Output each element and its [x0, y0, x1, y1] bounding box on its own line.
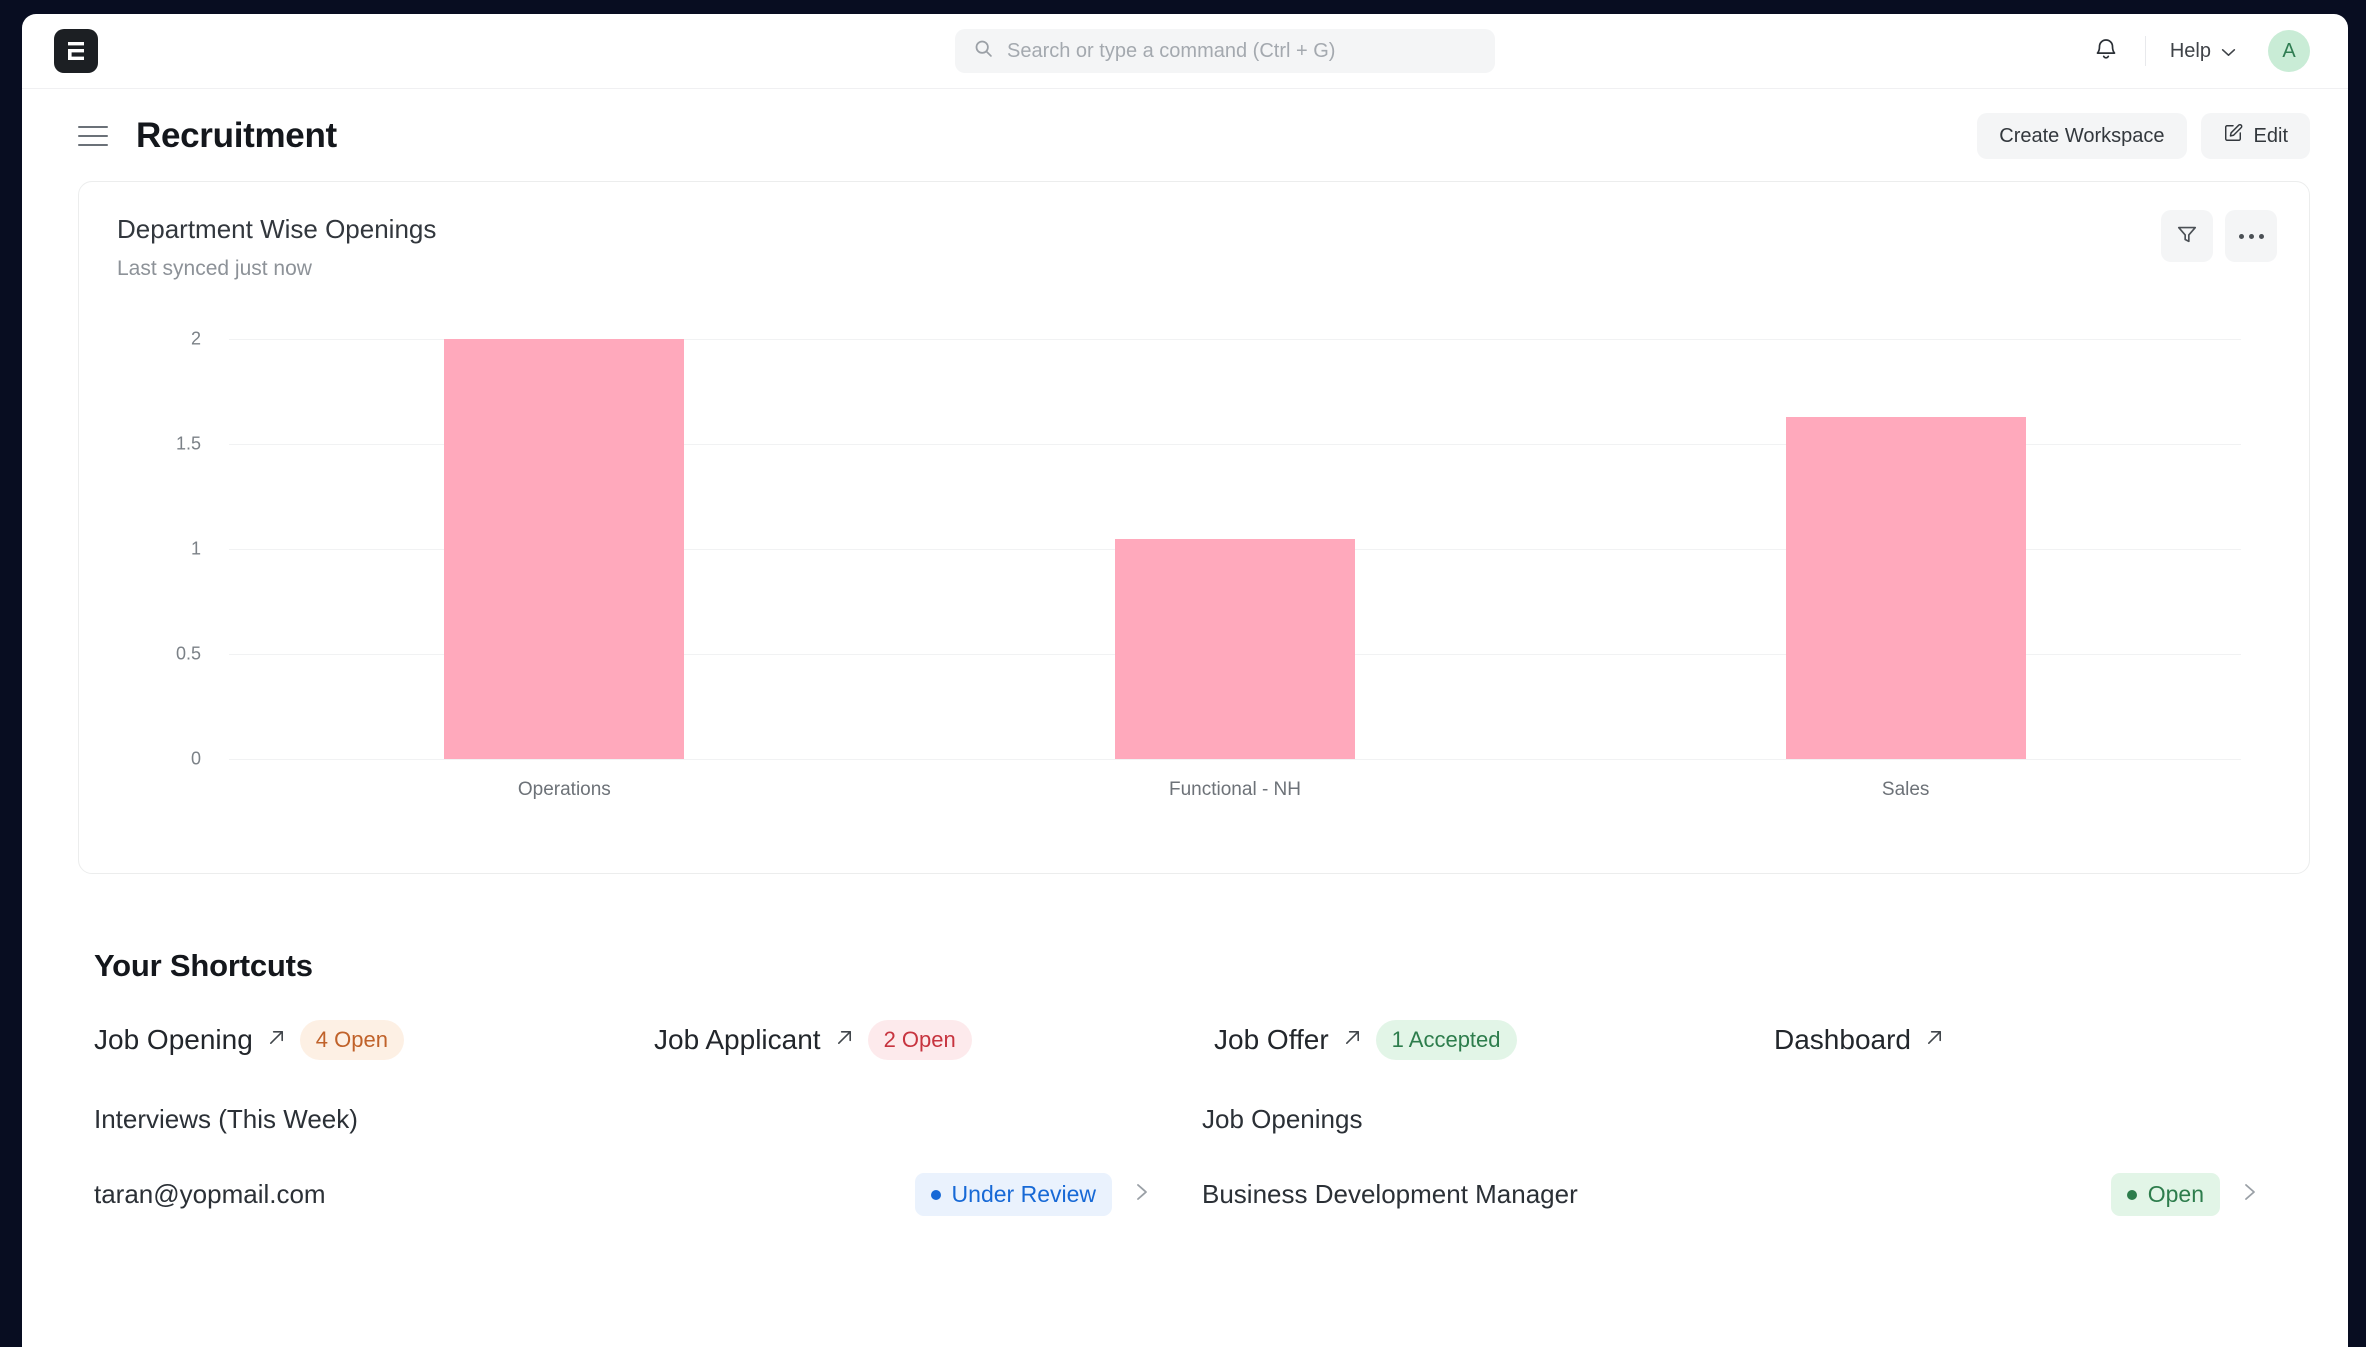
page-header-actions: Create Workspace Edit [1977, 113, 2310, 159]
list-item-label: taran@yopmail.com [94, 1179, 326, 1209]
chart-y-axis: 2 1.5 1 0.5 0 [155, 329, 215, 769]
list-title: Job Openings [1202, 1104, 1363, 1134]
hamburger-icon[interactable] [78, 126, 108, 146]
search-icon [973, 38, 994, 64]
chart-bars [229, 339, 2241, 759]
chart-plot-area [229, 339, 2241, 760]
bar-slot [1570, 339, 2241, 759]
list-title: Interviews (This Week) [94, 1104, 358, 1134]
shortcut-pill: 2 Open [867, 1020, 972, 1060]
chart-title: Department Wise Openings [117, 214, 437, 244]
status-badge-label: Open [2147, 1181, 2204, 1207]
shortcut-label: Job Applicant [654, 1024, 821, 1055]
help-label: Help [2169, 39, 2211, 62]
shortcut-dashboard[interactable]: Dashboard [1774, 1020, 1944, 1060]
list-item[interactable]: Business Development Manager Open [1202, 1173, 2310, 1216]
arrow-up-right-icon [267, 1028, 286, 1052]
shortcut-label: Dashboard [1774, 1024, 1911, 1055]
search-box[interactable] [955, 29, 1495, 73]
shortcut-pill: 1 Accepted [1375, 1020, 1517, 1060]
edit-button[interactable]: Edit [2200, 113, 2310, 159]
y-tick-label: 2 [190, 328, 201, 349]
avatar-initial: A [2282, 39, 2296, 62]
status-badge: Under Review [914, 1173, 1112, 1216]
app-window: Help A Recruitment C [22, 14, 2348, 1347]
search-input[interactable] [1007, 39, 1477, 63]
chevron-down-icon [2221, 40, 2236, 63]
chart-x-axis: Operations Functional - NH Sales [229, 779, 2241, 801]
x-tick-label: Operations [517, 779, 611, 800]
chevron-right-icon [2242, 1181, 2258, 1208]
create-workspace-label: Create Workspace [1999, 124, 2165, 147]
shortcut-job-applicant[interactable]: Job Applicant 2 Open [654, 1020, 1214, 1060]
shortcut-pill: 4 Open [299, 1020, 404, 1060]
shortcuts-heading: Your Shortcuts [94, 948, 313, 983]
chart-filter-button[interactable] [2161, 210, 2213, 262]
navbar-center [22, 29, 2348, 73]
y-tick-label: 0.5 [175, 643, 201, 664]
y-tick-label: 1.5 [175, 433, 201, 454]
chart-card: Department Wise Openings Last synced jus… [78, 181, 2310, 874]
shortcuts-row: Job Opening 4 Open Job Applicant 2 Open … [78, 1020, 2310, 1060]
create-workspace-button[interactable]: Create Workspace [1977, 113, 2187, 159]
list-item-label: Business Development Manager [1202, 1179, 1578, 1209]
bell-icon [2094, 36, 2118, 67]
page-title: Recruitment [136, 116, 337, 155]
notifications-button[interactable] [2083, 28, 2129, 74]
avatar[interactable]: A [2268, 30, 2310, 72]
workspace-content: Department Wise Openings Last synced jus… [22, 181, 2348, 1347]
shortcut-label: Job Opening [94, 1024, 253, 1055]
chevron-right-icon [1134, 1181, 1150, 1208]
shortcut-job-opening[interactable]: Job Opening 4 Open [94, 1020, 654, 1060]
chart-subtitle: Last synced just now [117, 257, 312, 280]
ellipsis-icon [2238, 233, 2264, 239]
lists-section: Interviews (This Week) taran@yopmail.com… [78, 1104, 2310, 1216]
navbar-divider [2144, 36, 2146, 66]
y-tick-label: 0 [190, 748, 201, 769]
top-navbar: Help A [22, 14, 2348, 89]
status-badge-label: Under Review [951, 1181, 1096, 1207]
frappe-logo-icon[interactable] [54, 29, 98, 73]
x-tick-label: Functional - NH [1169, 779, 1301, 800]
list-item[interactable]: taran@yopmail.com Under Review [94, 1173, 1202, 1216]
interviews-list: Interviews (This Week) taran@yopmail.com… [94, 1104, 1202, 1216]
chart-bar[interactable] [1785, 416, 2026, 759]
x-tick-label: Sales [1881, 779, 1930, 800]
navbar-right: Help A [2083, 28, 2310, 74]
page-header: Recruitment Create Workspace Edit [22, 89, 2348, 181]
chart-more-button[interactable] [2225, 210, 2277, 262]
shortcut-job-offer[interactable]: Job Offer 1 Accepted [1214, 1020, 1774, 1060]
shortcut-label: Job Offer [1214, 1024, 1329, 1055]
bar-slot [900, 339, 1571, 759]
bar-slot [229, 339, 900, 759]
bar-chart: 2 1.5 1 0.5 0 Operations Functional - NH… [155, 329, 2271, 800]
gridline [229, 759, 2241, 760]
arrow-up-right-icon [1343, 1028, 1362, 1052]
chart-bar[interactable] [1115, 538, 1355, 759]
arrow-up-right-icon [1925, 1028, 1944, 1052]
y-tick-label: 1 [190, 538, 201, 559]
edit-pencil-icon [2223, 123, 2243, 149]
desktop-background: Help A Recruitment C [0, 0, 2366, 1347]
edit-label: Edit [2253, 124, 2288, 147]
job-openings-list: Job Openings Business Development Manage… [1202, 1104, 2310, 1216]
arrow-up-right-icon [835, 1028, 854, 1052]
chart-bar[interactable] [444, 339, 685, 759]
chart-card-actions [2161, 210, 2277, 262]
help-menu-button[interactable]: Help [2164, 34, 2242, 69]
filter-icon [2176, 223, 2198, 250]
status-badge: Open [2110, 1173, 2220, 1216]
